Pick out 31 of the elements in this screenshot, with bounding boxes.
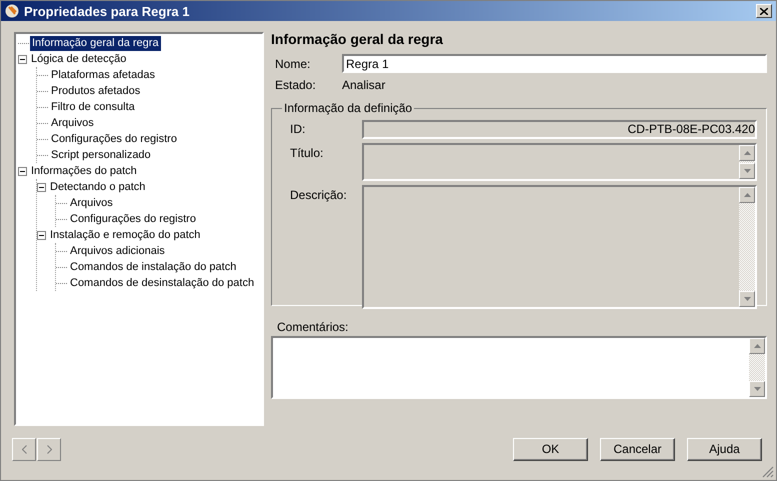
id-field[interactable]: CD-PTB-08E-PC03.420 xyxy=(362,120,757,138)
tree-item[interactable]: Detectando o patch xyxy=(48,180,148,194)
group-title: Informação da definição xyxy=(283,101,414,115)
field-label: Título: xyxy=(290,146,324,160)
tree-item[interactable]: Script personalizado xyxy=(49,148,153,162)
tree-item[interactable]: Instalação e remoção do patch xyxy=(48,228,202,242)
tree-item[interactable]: Configurações do registro xyxy=(49,132,179,146)
dialog-button[interactable]: Cancelar xyxy=(600,438,675,460)
tree-item[interactable]: Arquivos xyxy=(49,116,96,130)
tree-item[interactable]: Comandos de desinstalação do patch xyxy=(68,276,256,290)
name-field[interactable]: Regra 1 xyxy=(342,54,767,73)
tree-item[interactable]: Arquivos xyxy=(68,196,115,210)
field-label: Descrição: xyxy=(290,188,348,202)
field-label: Estado: xyxy=(275,78,317,92)
tree-item[interactable]: Plataformas afetadas xyxy=(49,68,157,82)
tree-item[interactable]: Filtro de consulta xyxy=(49,100,137,114)
tree-item[interactable]: Informações do patch xyxy=(29,164,139,178)
window-title: Propriedades para Regra 1 xyxy=(24,4,190,18)
state-value: Analisar xyxy=(342,78,386,92)
tree-item[interactable]: Comandos de instalação do patch xyxy=(68,260,238,274)
tree-item[interactable]: Produtos afetados xyxy=(49,84,142,98)
dialog-button[interactable]: OK xyxy=(513,438,588,460)
tree-item[interactable]: Configurações do registro xyxy=(68,212,198,226)
dialog-button[interactable]: Ajuda xyxy=(687,438,762,460)
section-heading: Informação geral da regra xyxy=(271,31,444,49)
tree-item[interactable]: Lógica de detecção xyxy=(29,52,128,66)
field-label: Comentários: xyxy=(277,320,348,334)
tree-item[interactable]: Arquivos adicionais xyxy=(68,244,167,258)
field-label: Nome: xyxy=(275,56,312,70)
field-label: ID: xyxy=(290,122,306,136)
tree-item[interactable]: Informação geral da regra xyxy=(30,36,161,50)
